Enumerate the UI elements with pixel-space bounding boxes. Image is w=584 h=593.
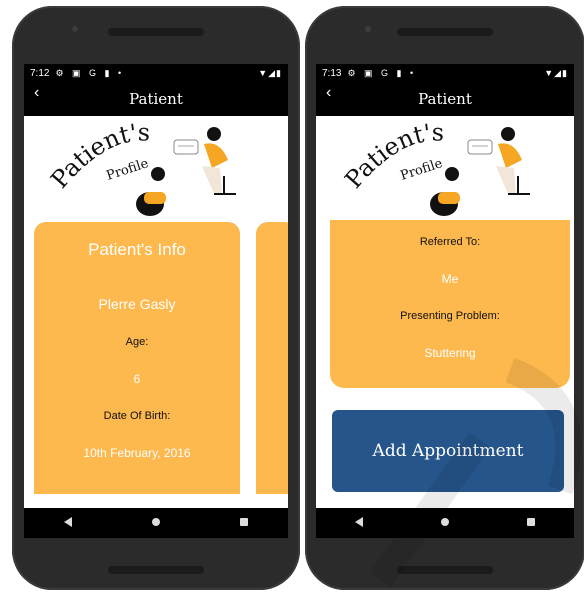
age-label: Age: bbox=[125, 336, 149, 348]
nav-back-icon[interactable] bbox=[48, 516, 88, 530]
nav-back-icon[interactable] bbox=[339, 516, 379, 530]
right-phone: 7:13 ⚙ ▣ G ▮ • ▼◢▮ ‹ Patient Patient's P… bbox=[305, 6, 584, 590]
right-screen: 7:13 ⚙ ▣ G ▮ • ▼◢▮ ‹ Patient Patient's P… bbox=[316, 64, 574, 538]
svg-text:Patient's: Patient's bbox=[45, 118, 150, 193]
patient-profile-logo: Patient's Profile bbox=[339, 118, 530, 216]
therapist-figure bbox=[501, 127, 515, 141]
android-nav-bar bbox=[24, 508, 288, 538]
nav-recent-icon[interactable] bbox=[224, 517, 264, 529]
signal-battery-icons: ▼◢▮ bbox=[258, 67, 282, 78]
next-card-peek[interactable] bbox=[256, 222, 288, 494]
problem-label: Presenting Problem: bbox=[400, 310, 500, 322]
left-screen: 7:12 ⚙ ▣ G ▮ • ▼◢▮ ‹ Patient Patient's P… bbox=[24, 64, 288, 538]
logo-subtitle: Profile bbox=[399, 156, 445, 184]
page-title: Patient bbox=[418, 90, 472, 108]
bottom-speaker bbox=[108, 566, 204, 574]
add-appointment-button[interactable]: Add Appointment bbox=[332, 410, 564, 492]
card-title: Patient's Info bbox=[88, 240, 186, 259]
dob-label: Date Of Birth: bbox=[103, 410, 171, 422]
details-scroller[interactable]: Referred To: Me Presenting Problem: Stut… bbox=[316, 220, 574, 494]
patient-name: Plerre Gasly bbox=[98, 296, 176, 312]
app-bar: ‹ Patient bbox=[316, 82, 574, 116]
status-time: 7:13 bbox=[322, 67, 342, 79]
status-time: 7:12 bbox=[30, 67, 50, 79]
back-arrow-icon[interactable]: ‹ bbox=[326, 84, 331, 102]
patient-profile-logo: Patient's Profile bbox=[45, 118, 236, 216]
front-camera bbox=[365, 26, 371, 32]
front-camera bbox=[72, 26, 78, 32]
status-icons: ⚙ ▣ G ▮ • bbox=[55, 67, 125, 78]
profile-banner: Patient's Profile bbox=[316, 116, 574, 220]
signal-battery-icons: ▼◢▮ bbox=[544, 67, 568, 78]
android-nav-bar bbox=[316, 508, 574, 538]
nav-home-icon[interactable] bbox=[425, 517, 465, 529]
logo-subtitle: Profile bbox=[105, 156, 151, 184]
patient-info-card: Patient's Info Plerre Gasly Age: 6 Date … bbox=[34, 222, 240, 494]
referral-card: Referred To: Me Presenting Problem: Stut… bbox=[330, 220, 570, 388]
svg-text:Patient's: Patient's bbox=[339, 118, 444, 193]
left-phone: 7:12 ⚙ ▣ G ▮ • ▼◢▮ ‹ Patient Patient's P… bbox=[12, 6, 300, 590]
nav-home-icon[interactable] bbox=[136, 517, 176, 529]
status-icons: ⚙ ▣ G ▮ • bbox=[347, 67, 417, 78]
status-bar: 7:12 ⚙ ▣ G ▮ • ▼◢▮ bbox=[24, 64, 288, 82]
top-speaker bbox=[397, 28, 493, 36]
back-arrow-icon[interactable]: ‹ bbox=[34, 84, 39, 102]
info-scroller[interactable]: Patient's Info Plerre Gasly Age: 6 Date … bbox=[24, 220, 288, 494]
nav-recent-icon[interactable] bbox=[511, 517, 551, 529]
age-value: 6 bbox=[133, 372, 141, 386]
dob-value: 10th February, 2016 bbox=[83, 446, 191, 460]
logo-title: Patient's bbox=[339, 118, 444, 193]
problem-value: Stuttering bbox=[424, 346, 476, 360]
status-bar: 7:13 ⚙ ▣ G ▮ • ▼◢▮ bbox=[316, 64, 574, 82]
referred-value: Me bbox=[441, 272, 459, 286]
referred-label: Referred To: bbox=[419, 236, 481, 248]
app-bar: ‹ Patient bbox=[24, 82, 288, 116]
bottom-speaker bbox=[397, 566, 493, 574]
profile-banner: Patient's Profile bbox=[24, 116, 288, 220]
page-title: Patient bbox=[129, 90, 183, 108]
logo-title: Patient's bbox=[45, 118, 150, 193]
therapist-figure bbox=[207, 127, 221, 141]
top-speaker bbox=[108, 28, 204, 36]
